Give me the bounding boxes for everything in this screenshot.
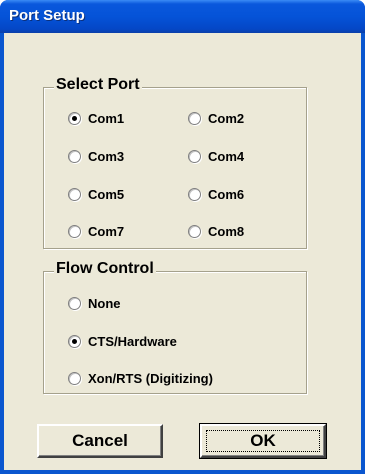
ok-button[interactable]: OK bbox=[199, 423, 327, 459]
radio-com3-label: Com3 bbox=[88, 148, 125, 164]
radio-flow-cts-hardware-label: CTS/Hardware bbox=[88, 333, 177, 349]
ok-focus-ring bbox=[206, 430, 320, 452]
radio-com4-indicator bbox=[188, 149, 201, 163]
radio-com3[interactable]: Com3 bbox=[68, 146, 124, 166]
radio-com2-label: Com2 bbox=[208, 110, 245, 126]
title-bar[interactable]: Port Setup bbox=[0, 0, 365, 33]
port-setup-dialog: Port Setup Select Port Com1 Com2 Com3 Co… bbox=[0, 0, 365, 474]
radio-com6-indicator bbox=[188, 187, 201, 201]
radio-flow-none-indicator bbox=[68, 296, 81, 310]
radio-com4-label: Com4 bbox=[208, 148, 245, 164]
radio-com8-label: Com8 bbox=[208, 223, 245, 239]
radio-com6[interactable]: Com6 bbox=[188, 184, 244, 204]
cancel-button[interactable]: Cancel bbox=[37, 424, 163, 458]
radio-com2-indicator bbox=[188, 111, 201, 125]
flow-control-legend: Flow Control bbox=[54, 260, 156, 278]
radio-com6-label: Com6 bbox=[208, 186, 245, 202]
radio-com1[interactable]: Com1 bbox=[68, 108, 124, 128]
radio-flow-xon-rts-label: Xon/RTS (Digitizing) bbox=[88, 370, 213, 386]
radio-com1-label: Com1 bbox=[88, 110, 125, 126]
flow-control-group: Flow Control None CTS/Hardware Xon/RTS (… bbox=[43, 260, 307, 394]
select-port-group: Select Port Com1 Com2 Com3 Com4 Com5 Com… bbox=[43, 76, 307, 249]
radio-com1-indicator bbox=[68, 111, 81, 125]
radio-com7-indicator bbox=[68, 224, 81, 238]
radio-com2[interactable]: Com2 bbox=[188, 108, 244, 128]
radio-com5[interactable]: Com5 bbox=[68, 184, 124, 204]
radio-com5-indicator bbox=[68, 187, 81, 201]
radio-com8[interactable]: Com8 bbox=[188, 221, 244, 241]
radio-flow-cts-hardware[interactable]: CTS/Hardware bbox=[68, 331, 177, 351]
select-port-legend: Select Port bbox=[54, 76, 142, 94]
radio-flow-xon-rts-indicator bbox=[68, 371, 81, 385]
radio-com7[interactable]: Com7 bbox=[68, 221, 124, 241]
radio-flow-xon-rts[interactable]: Xon/RTS (Digitizing) bbox=[68, 368, 213, 388]
window-title: Port Setup bbox=[9, 7, 85, 24]
cancel-button-label: Cancel bbox=[72, 431, 128, 450]
radio-com3-indicator bbox=[68, 149, 81, 163]
radio-com7-label: Com7 bbox=[88, 223, 125, 239]
dialog-body: Select Port Com1 Com2 Com3 Com4 Com5 Com… bbox=[4, 33, 361, 470]
radio-com5-label: Com5 bbox=[88, 186, 125, 202]
radio-com8-indicator bbox=[188, 224, 201, 238]
radio-flow-none[interactable]: None bbox=[68, 293, 121, 313]
radio-flow-cts-hardware-indicator bbox=[68, 334, 81, 348]
radio-flow-none-label: None bbox=[88, 295, 121, 311]
radio-com4[interactable]: Com4 bbox=[188, 146, 244, 166]
